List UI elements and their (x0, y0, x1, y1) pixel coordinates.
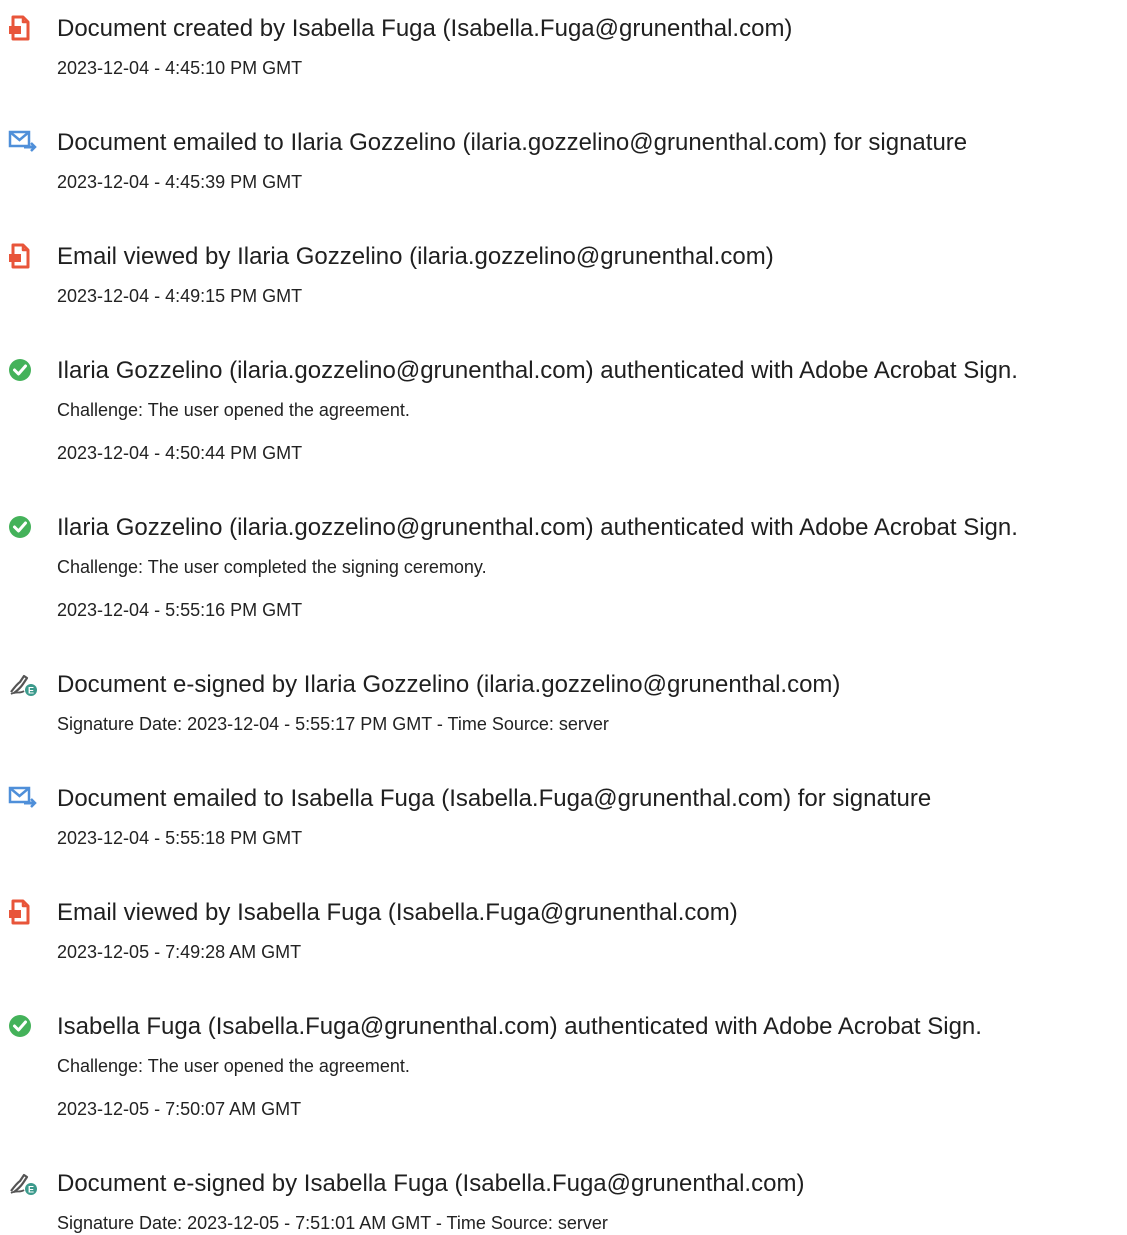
event-timestamp: 2023-12-04 - 4:45:39 PM GMT (57, 172, 303, 192)
event-title: Document emailed to Ilaria Gozzelino (il… (57, 129, 968, 156)
event-signature-date: Signature Date: 2023-12-05 - 7:51:01 AM … (57, 1213, 608, 1233)
event-timestamp: 2023-12-05 - 7:50:07 AM GMT (57, 1099, 302, 1119)
event-timestamp: 2023-12-04 - 4:45:10 PM GMT (57, 58, 303, 78)
event-title: Document e-signed by Isabella Fuga (Isab… (57, 1170, 805, 1197)
svg-text:E: E (28, 1185, 34, 1195)
document-icon (8, 14, 38, 44)
document-icon (8, 242, 38, 272)
email-icon (8, 784, 38, 814)
event-title: Email viewed by Ilaria Gozzelino (ilaria… (57, 243, 774, 270)
event-timestamp: 2023-12-04 - 5:55:16 PM GMT (57, 600, 303, 620)
event-title: Ilaria Gozzelino (ilaria.gozzelino@grune… (57, 514, 1018, 541)
event-title: Document created by Isabella Fuga (Isabe… (57, 15, 793, 42)
email-icon (8, 128, 38, 158)
event-challenge: Challenge: The user completed the signin… (57, 557, 487, 577)
event-timestamp: 2023-12-04 - 4:49:15 PM GMT (57, 286, 303, 306)
document-icon (8, 898, 38, 928)
check-icon (8, 513, 38, 543)
event-title: Email viewed by Isabella Fuga (Isabella.… (57, 899, 738, 926)
event-timestamp: 2023-12-04 - 5:55:18 PM GMT (57, 828, 303, 848)
event-title: Ilaria Gozzelino (ilaria.gozzelino@grune… (57, 357, 1018, 384)
event-challenge: Challenge: The user opened the agreement… (57, 400, 410, 420)
event-title: Document e-signed by Ilaria Gozzelino (i… (57, 671, 841, 698)
event-timestamp: 2023-12-05 - 7:49:28 AM GMT (57, 942, 302, 962)
esign-icon: E (8, 1169, 38, 1199)
event-signature-date: Signature Date: 2023-12-04 - 5:55:17 PM … (57, 714, 609, 734)
event-timestamp: 2023-12-04 - 4:50:44 PM GMT (57, 443, 303, 463)
check-icon (8, 356, 38, 386)
check-icon (8, 1012, 38, 1042)
event-title: Isabella Fuga (Isabella.Fuga@grunenthal.… (57, 1013, 982, 1040)
svg-text:E: E (28, 686, 34, 696)
event-title: Document emailed to Isabella Fuga (Isabe… (57, 785, 932, 812)
event-challenge: Challenge: The user opened the agreement… (57, 1056, 410, 1076)
esign-icon: E (8, 670, 38, 700)
